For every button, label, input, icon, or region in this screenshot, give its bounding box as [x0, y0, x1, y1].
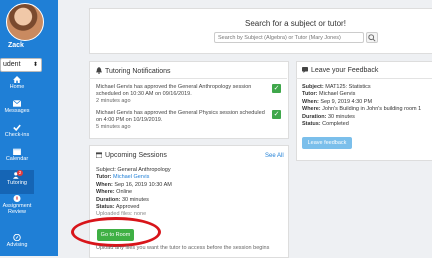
notification-text: Michael Gervis has approved the General …: [96, 84, 252, 97]
feedback-title: Leave your Feedback: [311, 67, 379, 74]
role-select-value: udent: [3, 61, 21, 68]
document-icon: [13, 195, 21, 202]
status-value: Completed: [322, 121, 349, 128]
compass-icon: [13, 234, 21, 241]
calendar-icon: [13, 148, 21, 155]
duration-value: 30 minutes: [327, 113, 355, 120]
where-value: Online: [116, 189, 133, 196]
subject-label: Subject:: [96, 167, 116, 173]
status-label: Status:: [96, 204, 115, 211]
sidebar-item-advising[interactable]: Advising: [0, 234, 34, 248]
session-details: Subject: General Anthropology Tutor: Mic…: [96, 167, 172, 219]
subject-value: MAT125: Statistics: [325, 84, 371, 90]
sidebar-item-label: Advising: [6, 242, 28, 248]
user-name: Zack: [8, 42, 24, 49]
status-label: Status:: [302, 121, 321, 128]
sidebar-item-label: Assignment Review: [2, 203, 32, 215]
tutor-label: Tutor:: [302, 91, 318, 98]
divider: [89, 78, 287, 79]
approve-check-button[interactable]: ✓: [272, 110, 281, 119]
duration-label: Duration:: [96, 196, 121, 203]
duration-label: Duration:: [302, 113, 327, 120]
check-icon: [13, 124, 21, 131]
calendar-icon: [96, 152, 102, 158]
when-label: When:: [302, 98, 319, 105]
subject-label: Subject:: [302, 84, 324, 90]
search-input[interactable]: [214, 32, 364, 43]
upcoming-header: Upcoming Sessions: [96, 152, 167, 159]
sidebar-item-label: Tutoring: [7, 180, 27, 186]
sidebar-item-messages[interactable]: Messages: [0, 100, 34, 114]
notification-text: Michael Gervis has approved the General …: [96, 110, 265, 123]
feedback-details: Subject: MAT125: Statistics Tutor: Micha…: [302, 84, 432, 128]
tutor-label: Tutor:: [96, 174, 112, 181]
tutor-value: Michael Gervis: [319, 91, 356, 98]
tutor-link[interactable]: Michael Gervis: [113, 174, 149, 180]
notifications-header: Tutoring Notifications: [96, 67, 171, 75]
highlight-annotation: [71, 217, 161, 247]
sidebar-item-check-ins[interactable]: Check-ins: [0, 124, 34, 138]
duration-value: 30 minutes: [121, 196, 149, 203]
sidebar-item-assignment-review[interactable]: Assignment Review: [0, 195, 34, 215]
search-icon: [368, 34, 376, 42]
chevron-down-icon: ⬍: [32, 62, 38, 68]
home-icon: [13, 76, 21, 83]
comment-icon: [302, 67, 308, 73]
feedback-header: Leave your Feedback: [302, 67, 378, 74]
sidebar-item-label: Check-ins: [4, 132, 30, 138]
status-value: Approved: [115, 204, 140, 211]
notification-badge: 2: [17, 170, 23, 176]
where-label: Where:: [302, 106, 321, 113]
sidebar-item-tutoring[interactable]: 2 Tutoring: [0, 170, 34, 194]
bell-icon: [96, 67, 102, 74]
where-value: John's Building in John's building room …: [322, 106, 422, 113]
when-value: Sep 16, 2019 10:30 AM: [114, 181, 172, 188]
notification-time: 2 minutes ago: [96, 98, 131, 104]
avatar[interactable]: [6, 3, 44, 41]
subject-value: General Anthropology: [117, 167, 171, 173]
divider: [296, 78, 432, 79]
upcoming-title: Upcoming Sessions: [105, 152, 167, 159]
approve-check-button[interactable]: ✓: [272, 84, 281, 93]
sidebar-item-calendar[interactable]: Calendar: [0, 148, 34, 162]
see-all-link[interactable]: See All: [265, 153, 284, 160]
search-title: Search for a subject or tutor!: [245, 19, 346, 28]
notifications-title: Tutoring Notifications: [105, 68, 171, 75]
sidebar-item-label: Calendar: [5, 156, 29, 162]
upload-note: Upload any files you want the tutor to a…: [96, 245, 270, 251]
when-value: Sep 9, 2019 4:30 PM: [320, 98, 373, 105]
sidebar: Zack udent ⬍ Home Messages Check-ins Cal…: [0, 0, 58, 256]
search-card: [89, 8, 432, 54]
sidebar-item-label: Home: [9, 84, 25, 90]
role-select[interactable]: udent ⬍: [0, 58, 42, 72]
when-label: When:: [96, 181, 113, 188]
notification-time: 5 minutes ago: [96, 124, 131, 130]
envelope-icon: [13, 100, 21, 107]
where-label: Where:: [96, 189, 115, 196]
search-button[interactable]: [366, 32, 378, 43]
notification-item: Michael Gervis has approved the General …: [96, 110, 266, 131]
leave-feedback-button[interactable]: Leave feedback: [302, 137, 352, 149]
notification-item: Michael Gervis has approved the General …: [96, 84, 266, 105]
sidebar-item-label: Messages: [4, 108, 30, 114]
sidebar-item-home[interactable]: Home: [0, 76, 34, 90]
